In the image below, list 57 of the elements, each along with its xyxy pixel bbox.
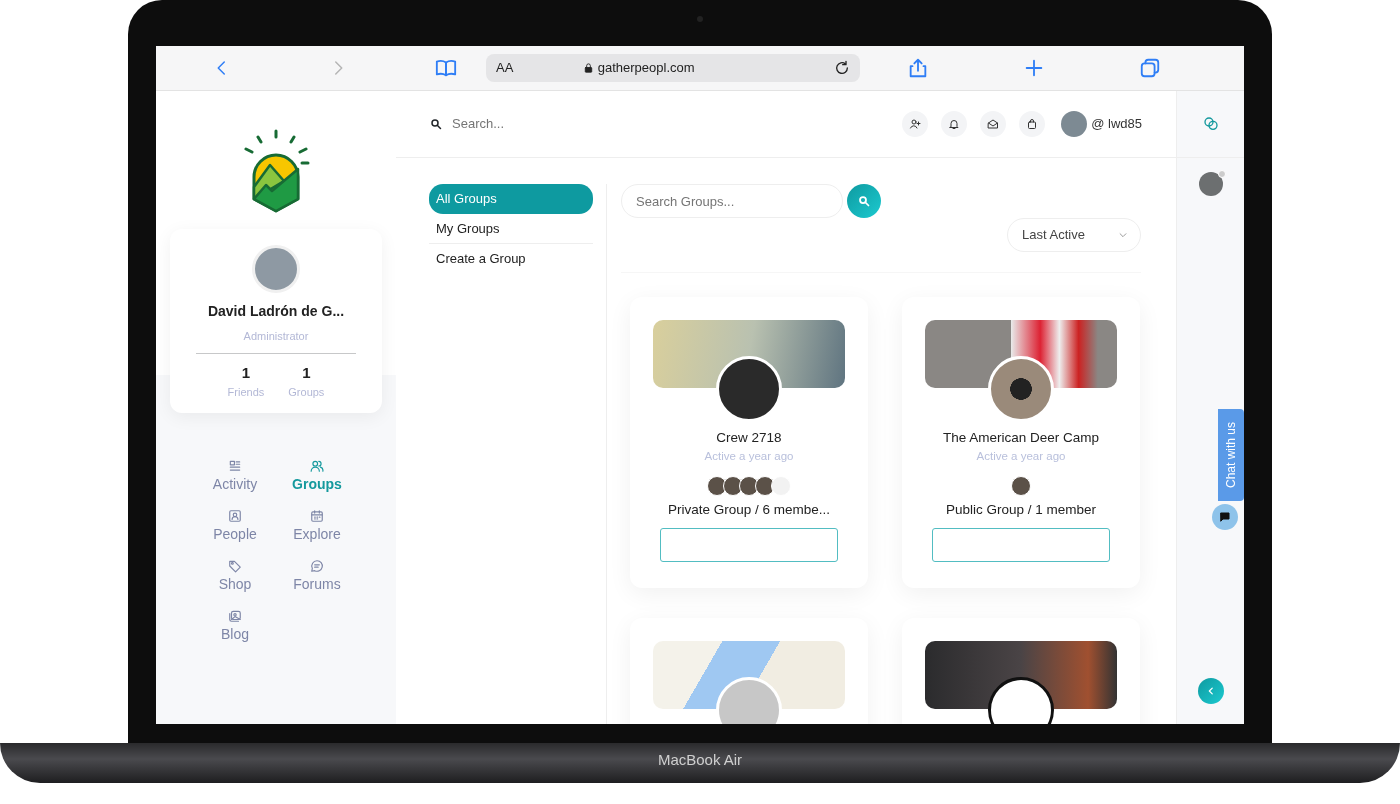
address-bar[interactable]: AA gatherpeopl.com — [486, 54, 860, 82]
sidebar-nav-item[interactable]: Shop — [194, 558, 276, 595]
lock-icon — [582, 62, 594, 74]
member-avatar[interactable] — [755, 475, 775, 496]
group-nav-link[interactable]: My Groups — [429, 213, 593, 243]
book-icon[interactable] — [435, 57, 457, 79]
speech-bubble-icon — [310, 558, 324, 573]
profile-name[interactable]: David Ladrón de G... — [184, 301, 368, 322]
username[interactable]: @ lwd85 — [1091, 114, 1142, 134]
search-field[interactable]: Search... — [450, 113, 650, 135]
chat-button[interactable] — [1212, 504, 1238, 530]
contact-card-icon — [228, 508, 242, 523]
group-status: Private Group / 6 membe... — [667, 500, 831, 519]
url-text: gatherpeopl.com — [597, 59, 695, 78]
bell-icon[interactable] — [948, 118, 961, 130]
group-name[interactable]: Crew 2718 — [716, 428, 782, 449]
calendar-icon — [310, 508, 324, 523]
stat-label: Friends — [227, 385, 265, 400]
profile-role: Administrator — [242, 329, 310, 344]
text-size-button[interactable]: AA — [496, 58, 514, 78]
group-status: Public Group / 1 member — [945, 500, 1097, 519]
reload-icon[interactable] — [834, 60, 850, 76]
group-nav-link[interactable]: Create a Group — [429, 243, 593, 274]
chat-bubbles-icon[interactable] — [1202, 116, 1219, 132]
bag-icon[interactable] — [1026, 118, 1039, 130]
group-search-field[interactable]: Search Groups... — [621, 184, 843, 218]
sort-dropdown[interactable]: Last Active — [1007, 218, 1141, 252]
activity-time: Active a year ago — [976, 449, 1066, 465]
activity-time: Active a year ago — [704, 449, 794, 465]
search-icon — [430, 118, 442, 130]
envelope-icon[interactable] — [987, 118, 1000, 130]
stat-value: 1 — [240, 362, 252, 383]
group-name[interactable]: The American Deer Camp — [942, 428, 1100, 449]
share-icon[interactable] — [907, 57, 929, 79]
member-avatar[interactable] — [707, 475, 727, 496]
message-icon — [1219, 511, 1231, 523]
avatar-photo[interactable] — [1198, 172, 1223, 196]
plus-icon[interactable] — [1023, 57, 1045, 79]
status-dot — [1217, 170, 1226, 178]
member-avatar[interactable] — [723, 475, 743, 496]
member-avatar[interactable] — [1011, 475, 1031, 496]
member-avatar[interactable] — [739, 475, 759, 496]
list-icon — [228, 458, 242, 473]
search-button[interactable] — [847, 184, 881, 218]
tabs-icon[interactable] — [1139, 57, 1161, 79]
photo-stack-icon — [228, 608, 242, 623]
avatar-photo — [252, 245, 300, 293]
laptop-model: MacBook Air — [657, 750, 743, 770]
add-user-icon[interactable] — [909, 118, 922, 130]
stat-value: 1 — [301, 362, 312, 383]
search-icon — [858, 195, 870, 207]
chevron-down-icon — [1118, 230, 1128, 240]
stat-label: Groups — [288, 385, 325, 400]
users-icon — [310, 458, 324, 473]
avatar-photo[interactable] — [1061, 111, 1088, 137]
collapse-button[interactable] — [1197, 678, 1224, 704]
tag-icon — [228, 558, 242, 573]
